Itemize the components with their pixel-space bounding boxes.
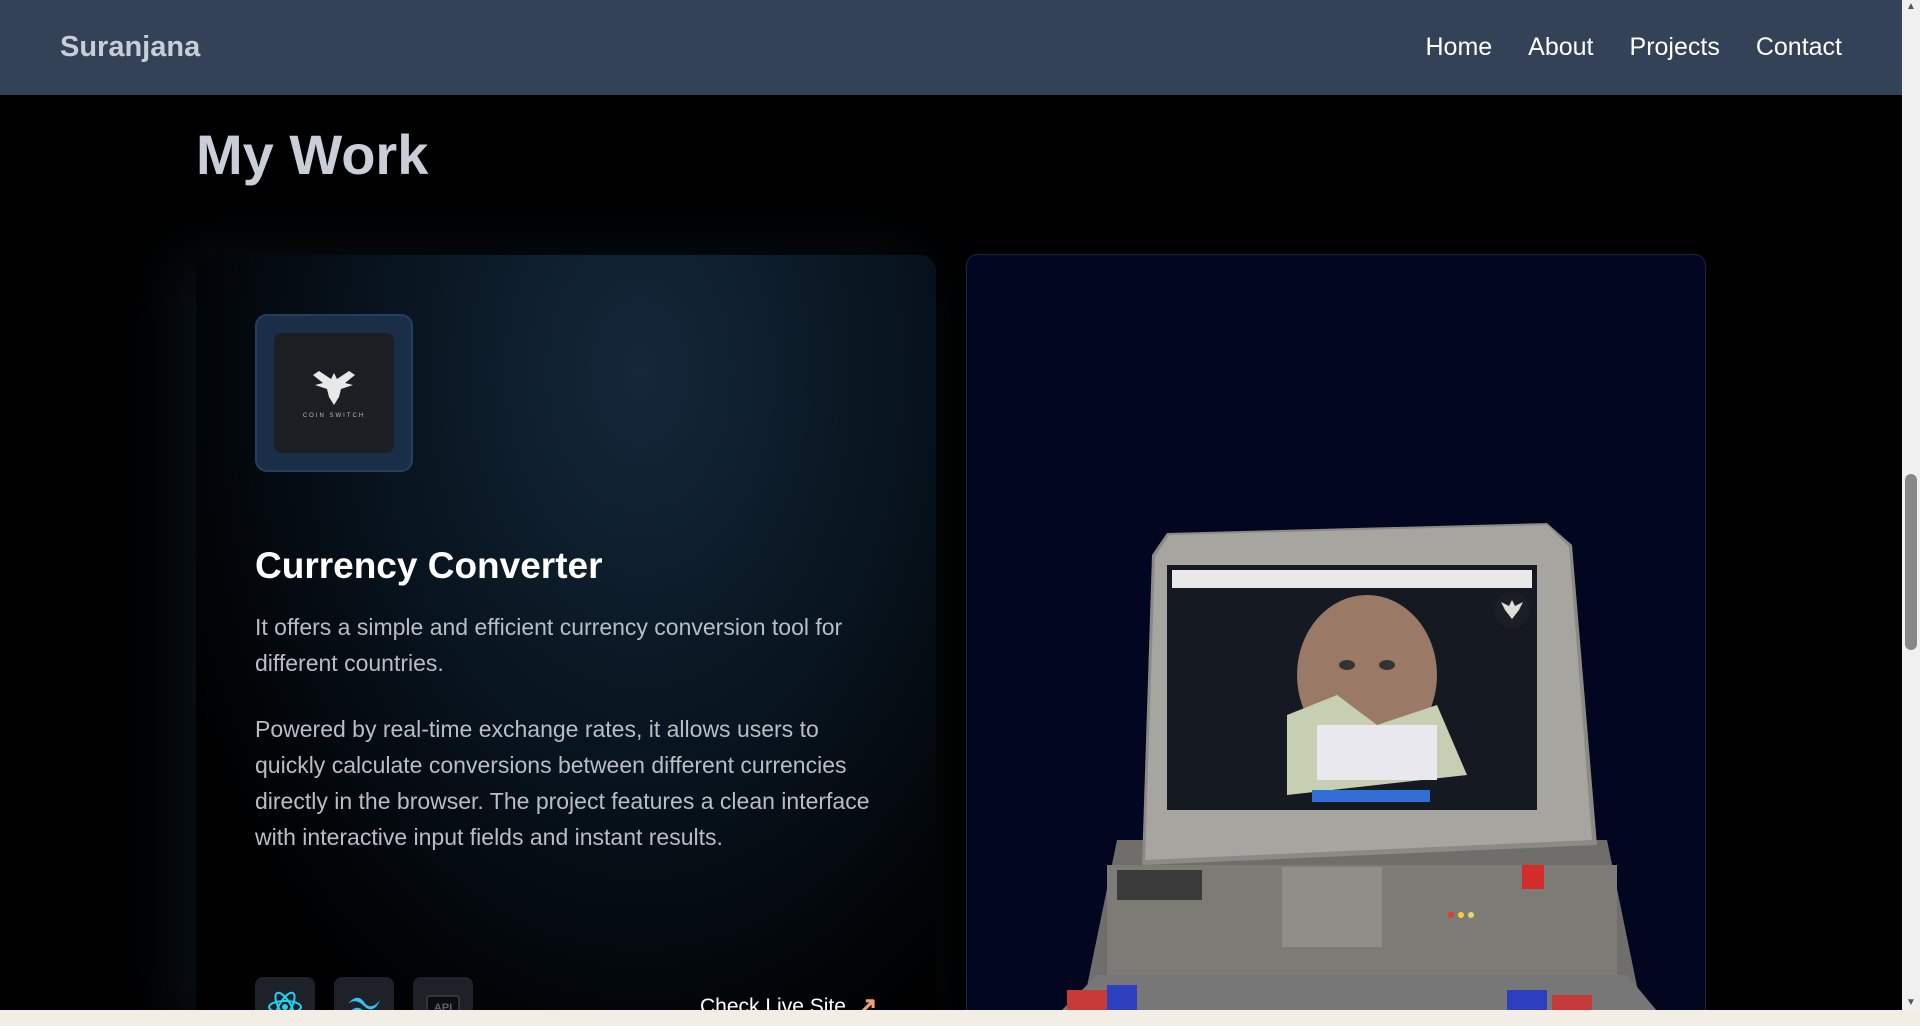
api-icon: API xyxy=(426,995,460,1010)
nav-link-about[interactable]: About xyxy=(1528,33,1593,62)
nav-link-home[interactable]: Home xyxy=(1425,33,1492,62)
live-link-label: Check Live Site xyxy=(700,994,846,1011)
nav-links: Home About Projects Contact xyxy=(1425,33,1842,62)
os-taskbar xyxy=(0,1010,1920,1026)
retro-computer-illustration xyxy=(1062,523,1657,1010)
logo-text: COIN SWITCH xyxy=(302,413,366,419)
svg-text:API: API xyxy=(434,1002,452,1010)
projects-section: My Work COIN SWITCH Currency Converter I… xyxy=(0,95,1902,1010)
scroll-thumb[interactable] xyxy=(1905,474,1917,650)
project-title: Currency Converter xyxy=(255,545,603,586)
vertical-scrollbar[interactable]: ▲ ▼ xyxy=(1902,0,1920,1010)
scroll-down-arrow-icon[interactable]: ▼ xyxy=(1902,996,1920,1010)
nav-link-projects[interactable]: Projects xyxy=(1630,33,1720,62)
tailwind-icon xyxy=(348,997,380,1010)
nav-link-contact[interactable]: Contact xyxy=(1756,33,1842,62)
api-badge: API xyxy=(413,977,473,1010)
navbar: Suranjana Home About Projects Contact xyxy=(0,0,1902,95)
tailwind-badge xyxy=(334,977,394,1010)
project-logo: COIN SWITCH xyxy=(255,314,413,472)
coin-switch-logo: COIN SWITCH xyxy=(274,333,394,453)
check-live-site-link[interactable]: Check Live Site ↗ xyxy=(700,991,878,1010)
react-icon xyxy=(268,991,302,1010)
section-title: My Work xyxy=(196,123,429,186)
project-info-card: COIN SWITCH Currency Converter It offers… xyxy=(196,255,936,1010)
arrow-up-right-icon: ↗ xyxy=(855,991,878,1010)
eagle-icon xyxy=(313,371,355,405)
scroll-up-arrow-icon[interactable]: ▲ xyxy=(1902,0,1920,14)
react-badge xyxy=(255,977,315,1010)
brand-logo[interactable]: Suranjana xyxy=(60,31,200,64)
project-description-1: It offers a simple and efficient currenc… xyxy=(255,614,843,676)
project-preview-card xyxy=(966,254,1706,1010)
project-description-2: Powered by real-time exchange rates, it … xyxy=(255,716,870,850)
